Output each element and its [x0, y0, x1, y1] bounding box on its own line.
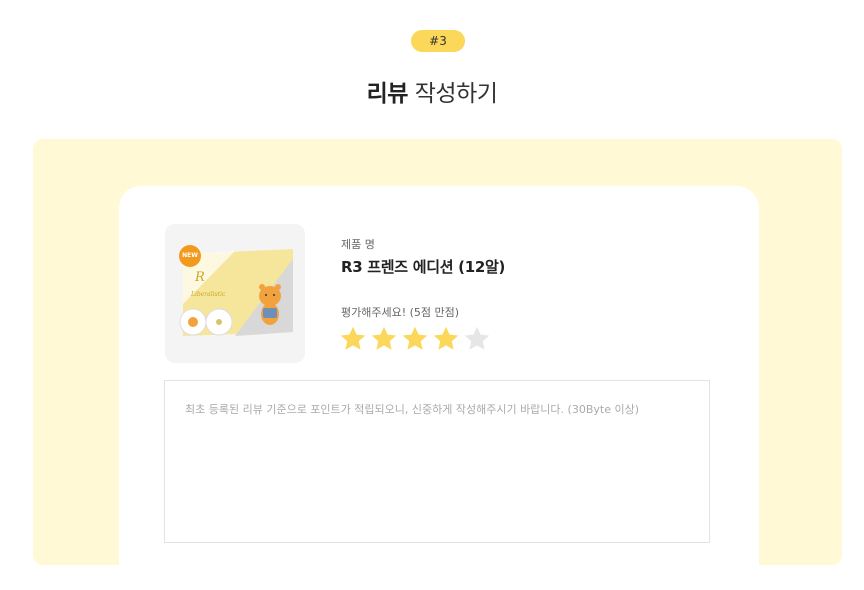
step-badge: #3	[411, 30, 465, 52]
svg-text:Liberalistic: Liberalistic	[190, 291, 226, 298]
star-filled-icon[interactable]	[400, 324, 430, 354]
review-textarea[interactable]	[165, 381, 709, 542]
star-filled-icon[interactable]	[369, 324, 399, 354]
page-title-bold: 리뷰	[366, 81, 409, 107]
review-card: R Liberalistic NEW 제품 명 R3 프렌즈 에디션 (12알)…	[119, 186, 759, 565]
review-panel: R Liberalistic NEW 제품 명 R3 프렌즈 에디션 (12알)…	[33, 139, 842, 565]
page-title: 리뷰 작성하기	[0, 74, 864, 108]
star-filled-icon[interactable]	[431, 324, 461, 354]
product-name-label: 제품 명	[341, 238, 375, 251]
product-name: R3 프렌즈 에디션 (12알)	[341, 258, 506, 276]
product-image: R Liberalistic NEW	[165, 224, 305, 363]
rating-label: 평가해주세요! (5점 만점)	[341, 306, 460, 319]
star-empty-icon[interactable]	[462, 324, 492, 354]
new-badge: NEW	[179, 245, 201, 267]
star-rating[interactable]	[338, 324, 492, 354]
review-text-area-container	[164, 380, 710, 543]
star-filled-icon[interactable]	[338, 324, 368, 354]
svg-text:R: R	[194, 270, 205, 285]
page-title-rest: 작성하기	[407, 81, 498, 107]
